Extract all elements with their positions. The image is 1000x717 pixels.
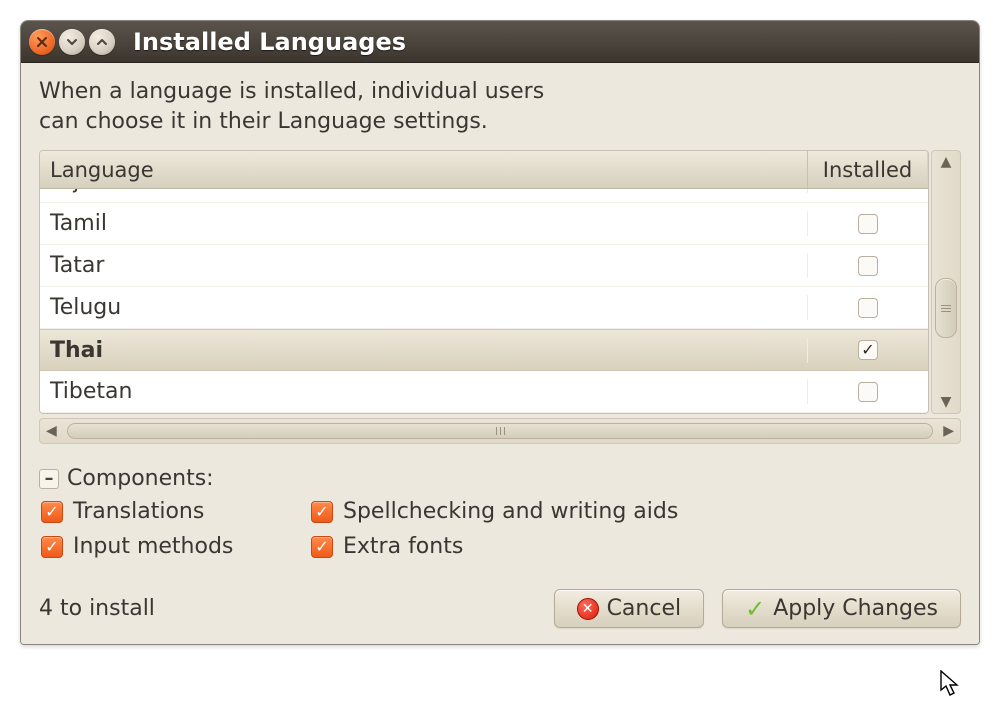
table-row[interactable]: Tibetan [40,371,928,413]
language-name: Telugu [40,295,808,320]
scroll-thumb[interactable] [935,278,957,338]
cancel-button[interactable]: Cancel [554,589,705,628]
component-extra_fonts[interactable]: Extra fonts [311,534,961,559]
component-label: Translations [73,499,204,524]
installed-checkbox[interactable] [858,340,878,360]
intro-text: When a language is installed, individual… [39,77,961,136]
scroll-right-icon[interactable]: ▶ [943,423,954,439]
hscroll-thumb[interactable] [67,423,933,439]
dialog-window: Installed Languages When a language is i… [20,20,980,645]
apply-changes-button[interactable]: ✓ Apply Changes [722,589,961,628]
installed-cell [808,214,928,234]
components-header[interactable]: – Components: [39,466,961,491]
horizontal-scrollbar[interactable]: ◀ ▶ [39,418,961,444]
checkbox-icon[interactable] [41,536,63,558]
installed-checkbox[interactable] [858,298,878,318]
checkbox-icon[interactable] [41,501,63,523]
maximize-icon[interactable] [89,29,115,55]
components-label: Components: [67,466,214,491]
scroll-up-icon[interactable]: ▲ [941,155,952,169]
components-grid: Translations Spellchecking and writing ai… [41,499,961,559]
table-header: Language Installed [40,151,928,189]
component-translations[interactable]: Translations [41,499,281,524]
close-icon[interactable] [29,29,55,55]
dialog-content: When a language is installed, individual… [21,63,979,644]
table-row[interactable]: Tatar [40,245,928,287]
language-name: Tibetan [40,379,808,404]
component-label: Input methods [73,534,233,559]
component-input_methods[interactable]: Input methods [41,534,281,559]
component-label: Extra fonts [343,534,463,559]
components-section: – Components: Translations Spellchecking … [39,466,961,559]
apply-icon: ✓ [745,597,765,621]
table-row[interactable]: Thai [40,329,928,371]
table-row[interactable]: Tamil [40,203,928,245]
column-header-installed[interactable]: Installed [808,151,928,188]
installed-cell [808,382,928,402]
scroll-track[interactable] [932,173,960,391]
status-text: 4 to install [39,596,155,621]
footer: 4 to install Cancel ✓ Apply Changes [39,589,961,628]
column-header-language[interactable]: Language [40,151,808,188]
language-table: Language Installed Tajik Tamil Tatar Telugu… [39,150,929,414]
installed-checkbox[interactable] [858,214,878,234]
installed-checkbox[interactable] [858,256,878,276]
checkbox-icon[interactable] [311,536,333,558]
component-spellchecking[interactable]: Spellchecking and writing aids [311,499,961,524]
scroll-left-icon[interactable]: ◀ [46,423,57,439]
installed-cell [808,340,928,360]
language-name: Tatar [40,253,808,278]
vertical-scrollbar[interactable]: ▲ ▼ [931,150,961,414]
table-row[interactable]: Tajik [40,189,928,203]
cancel-label: Cancel [607,596,682,621]
checkbox-icon[interactable] [311,501,333,523]
hscroll-track[interactable] [63,419,937,443]
language-name: Tamil [40,211,808,236]
intro-line: When a language is installed, individual… [39,77,961,107]
minimize-icon[interactable] [59,29,85,55]
apply-label: Apply Changes [773,596,938,621]
expander-icon[interactable]: – [39,469,59,489]
window-title: Installed Languages [133,28,406,56]
cancel-icon [577,598,599,620]
installed-cell [808,298,928,318]
scroll-down-icon[interactable]: ▼ [941,395,952,409]
language-name: Tajik [40,189,808,193]
installed-cell [808,256,928,276]
window-controls [29,29,115,55]
titlebar[interactable]: Installed Languages [21,21,979,63]
language-name: Thai [40,338,808,363]
table-row[interactable]: Telugu [40,287,928,329]
table-body: Tajik Tamil Tatar Telugu Thai Tibetan [40,189,928,413]
installed-checkbox[interactable] [858,382,878,402]
intro-line: can choose it in their Language settings… [39,107,961,137]
component-label: Spellchecking and writing aids [343,499,678,524]
